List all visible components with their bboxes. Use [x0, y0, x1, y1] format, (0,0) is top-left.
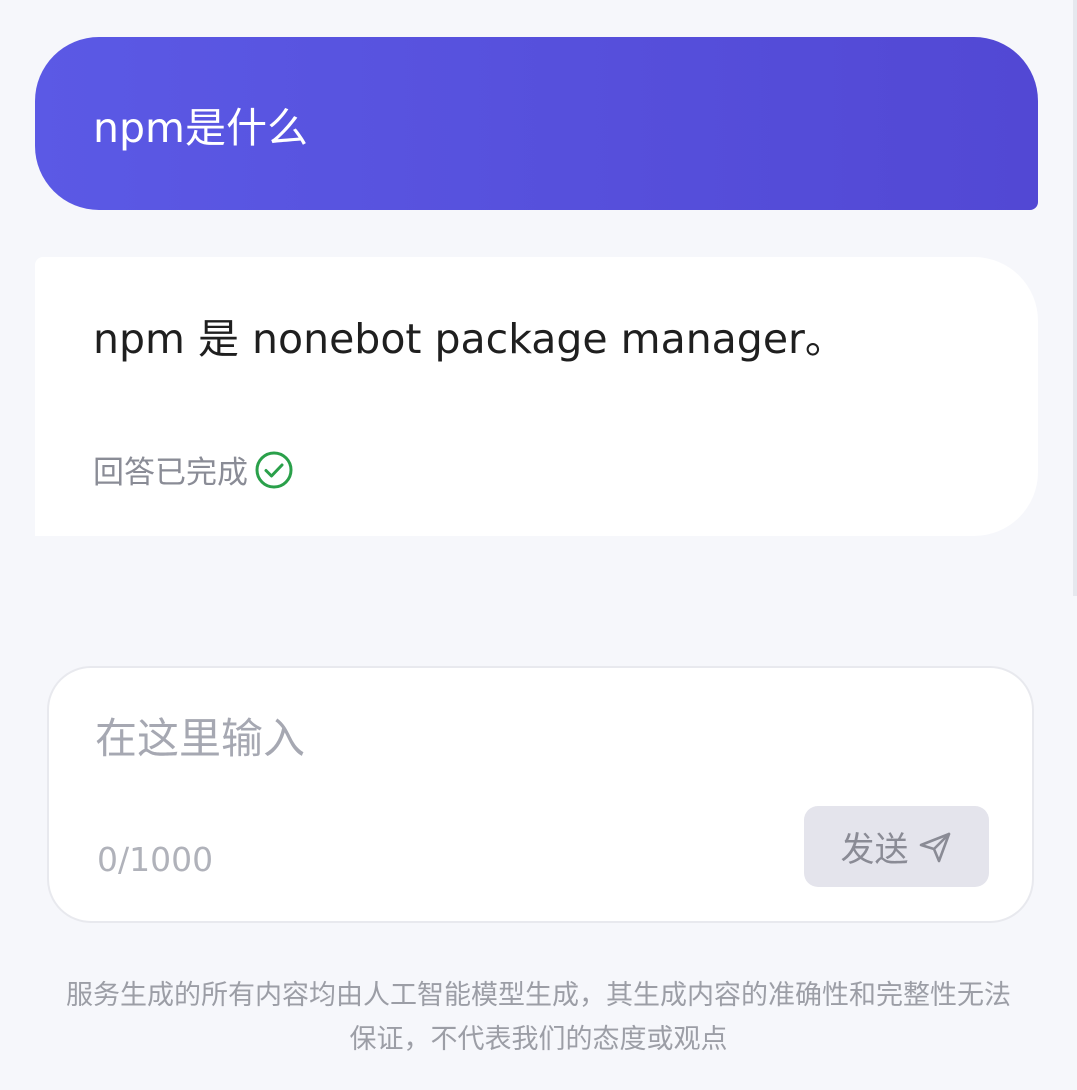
message-input[interactable]	[95, 708, 975, 768]
answer-status-text: 回答已完成	[93, 455, 248, 491]
user-message-bubble: npm是什么	[35, 37, 1038, 210]
chat-page: npm是什么 npm 是 nonebot package manager。 回答…	[0, 0, 1077, 1090]
disclaimer-line-2: 保证，不代表我们的态度或观点	[349, 1024, 728, 1055]
char-counter: 0/1000	[97, 840, 214, 879]
bot-message-text: npm 是 nonebot package manager。	[93, 315, 846, 363]
user-message-text: npm是什么	[93, 103, 308, 152]
send-button[interactable]: 发送	[804, 806, 989, 887]
disclaimer-line-1: 服务生成的所有内容均由人工智能模型生成，其生成内容的准确性和完整性无法	[66, 980, 1011, 1011]
composer: 0/1000 发送	[47, 666, 1034, 923]
answer-status: 回答已完成	[93, 447, 294, 492]
scrollbar[interactable]	[1073, 0, 1077, 596]
check-circle-icon	[255, 451, 293, 488]
bot-message-bubble: npm 是 nonebot package manager。 回答已完成	[35, 257, 1038, 536]
send-button-label: 发送	[840, 830, 909, 870]
send-icon	[919, 832, 950, 862]
disclaimer: 服务生成的所有内容均由人工智能模型生成，其生成内容的准确性和完整性无法 保证，不…	[0, 974, 1077, 1062]
